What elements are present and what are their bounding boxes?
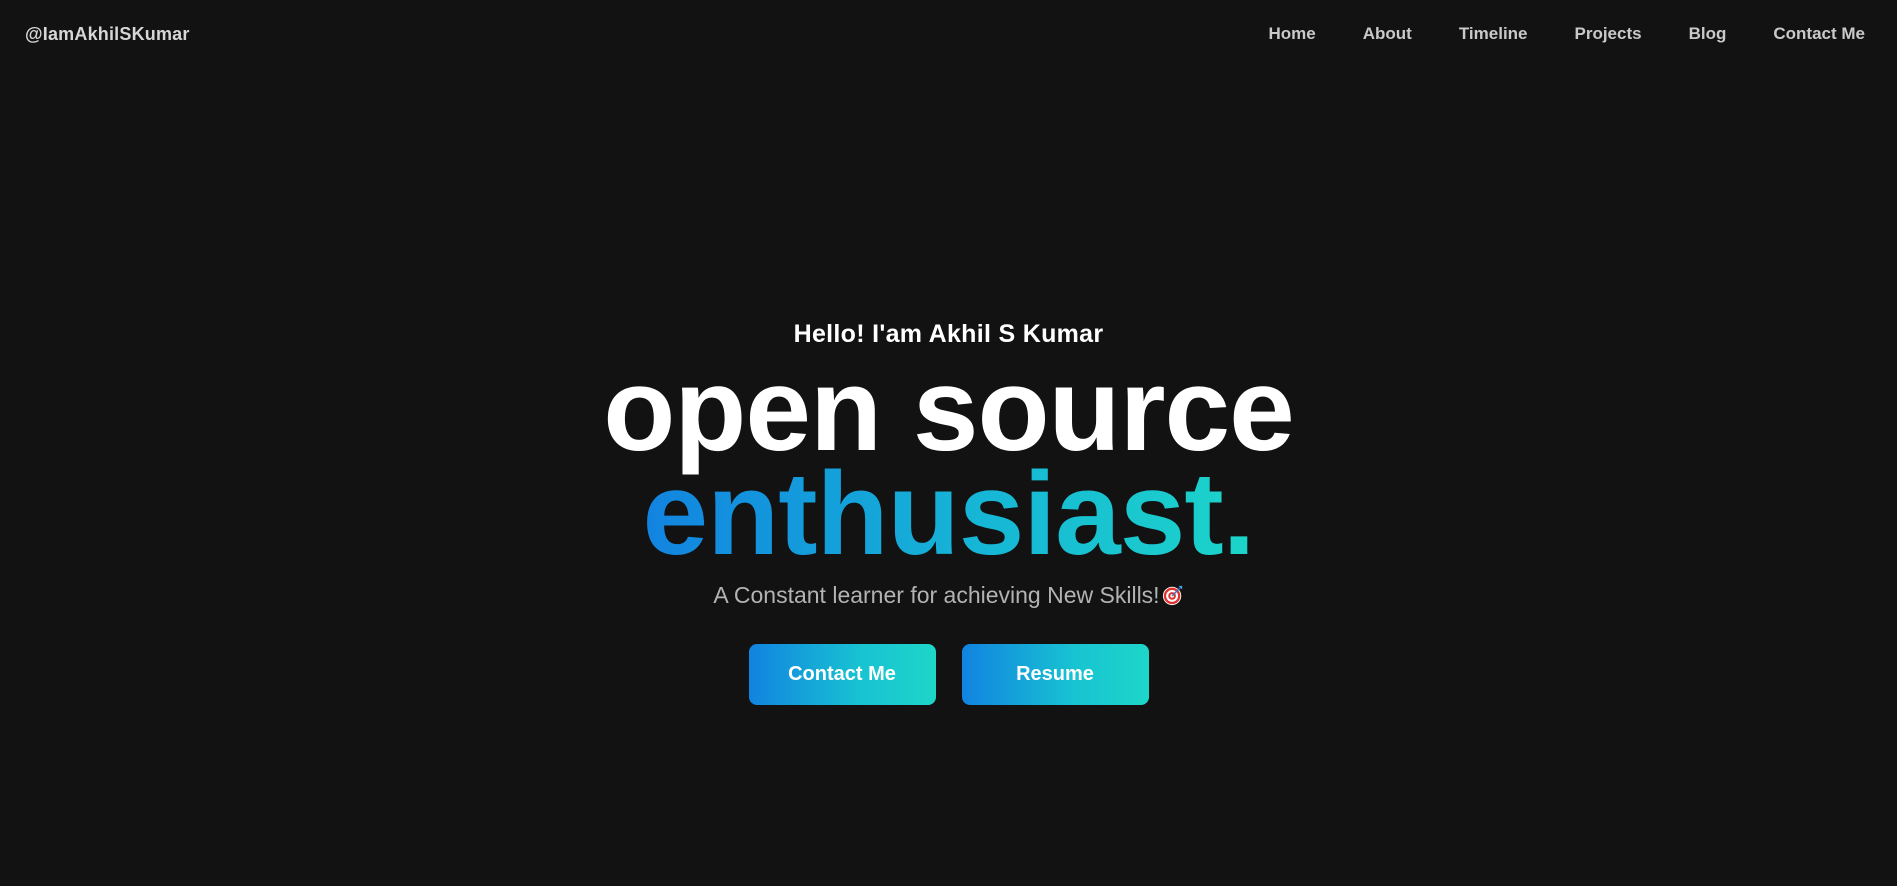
brand-handle-link[interactable]: @IamAkhilSKumar: [25, 24, 190, 45]
hero-tagline: A Constant learner for achieving New Ski…: [0, 580, 1897, 610]
nav-projects[interactable]: Projects: [1575, 24, 1642, 44]
nav-about[interactable]: About: [1363, 24, 1412, 44]
nav-blog[interactable]: Blog: [1689, 24, 1727, 44]
hero-tagline-text: A Constant learner for achieving New Ski…: [713, 582, 1160, 608]
page: @IamAkhilSKumar Home About Timeline Proj…: [0, 0, 1897, 886]
hero-actions: Contact Me Resume: [0, 644, 1897, 705]
resume-button[interactable]: Resume: [961, 644, 1149, 705]
nav-contact-me[interactable]: Contact Me: [1773, 24, 1865, 44]
contact-me-button[interactable]: Contact Me: [748, 644, 936, 705]
nav-home[interactable]: Home: [1269, 24, 1316, 44]
nav-timeline[interactable]: Timeline: [1459, 24, 1528, 44]
top-navigation-bar: @IamAkhilSKumar Home About Timeline Proj…: [0, 0, 1897, 70]
hero-headline-accent: enthusiast.: [642, 448, 1256, 580]
main-nav: Home About Timeline Projects Blog Contac…: [1222, 24, 1865, 44]
hero-headline: open source: [603, 344, 1295, 476]
hero-section: Hello! I'am Akhil S Kumar open source en…: [0, 310, 1897, 705]
direct-hit-target-icon: [1162, 585, 1182, 606]
